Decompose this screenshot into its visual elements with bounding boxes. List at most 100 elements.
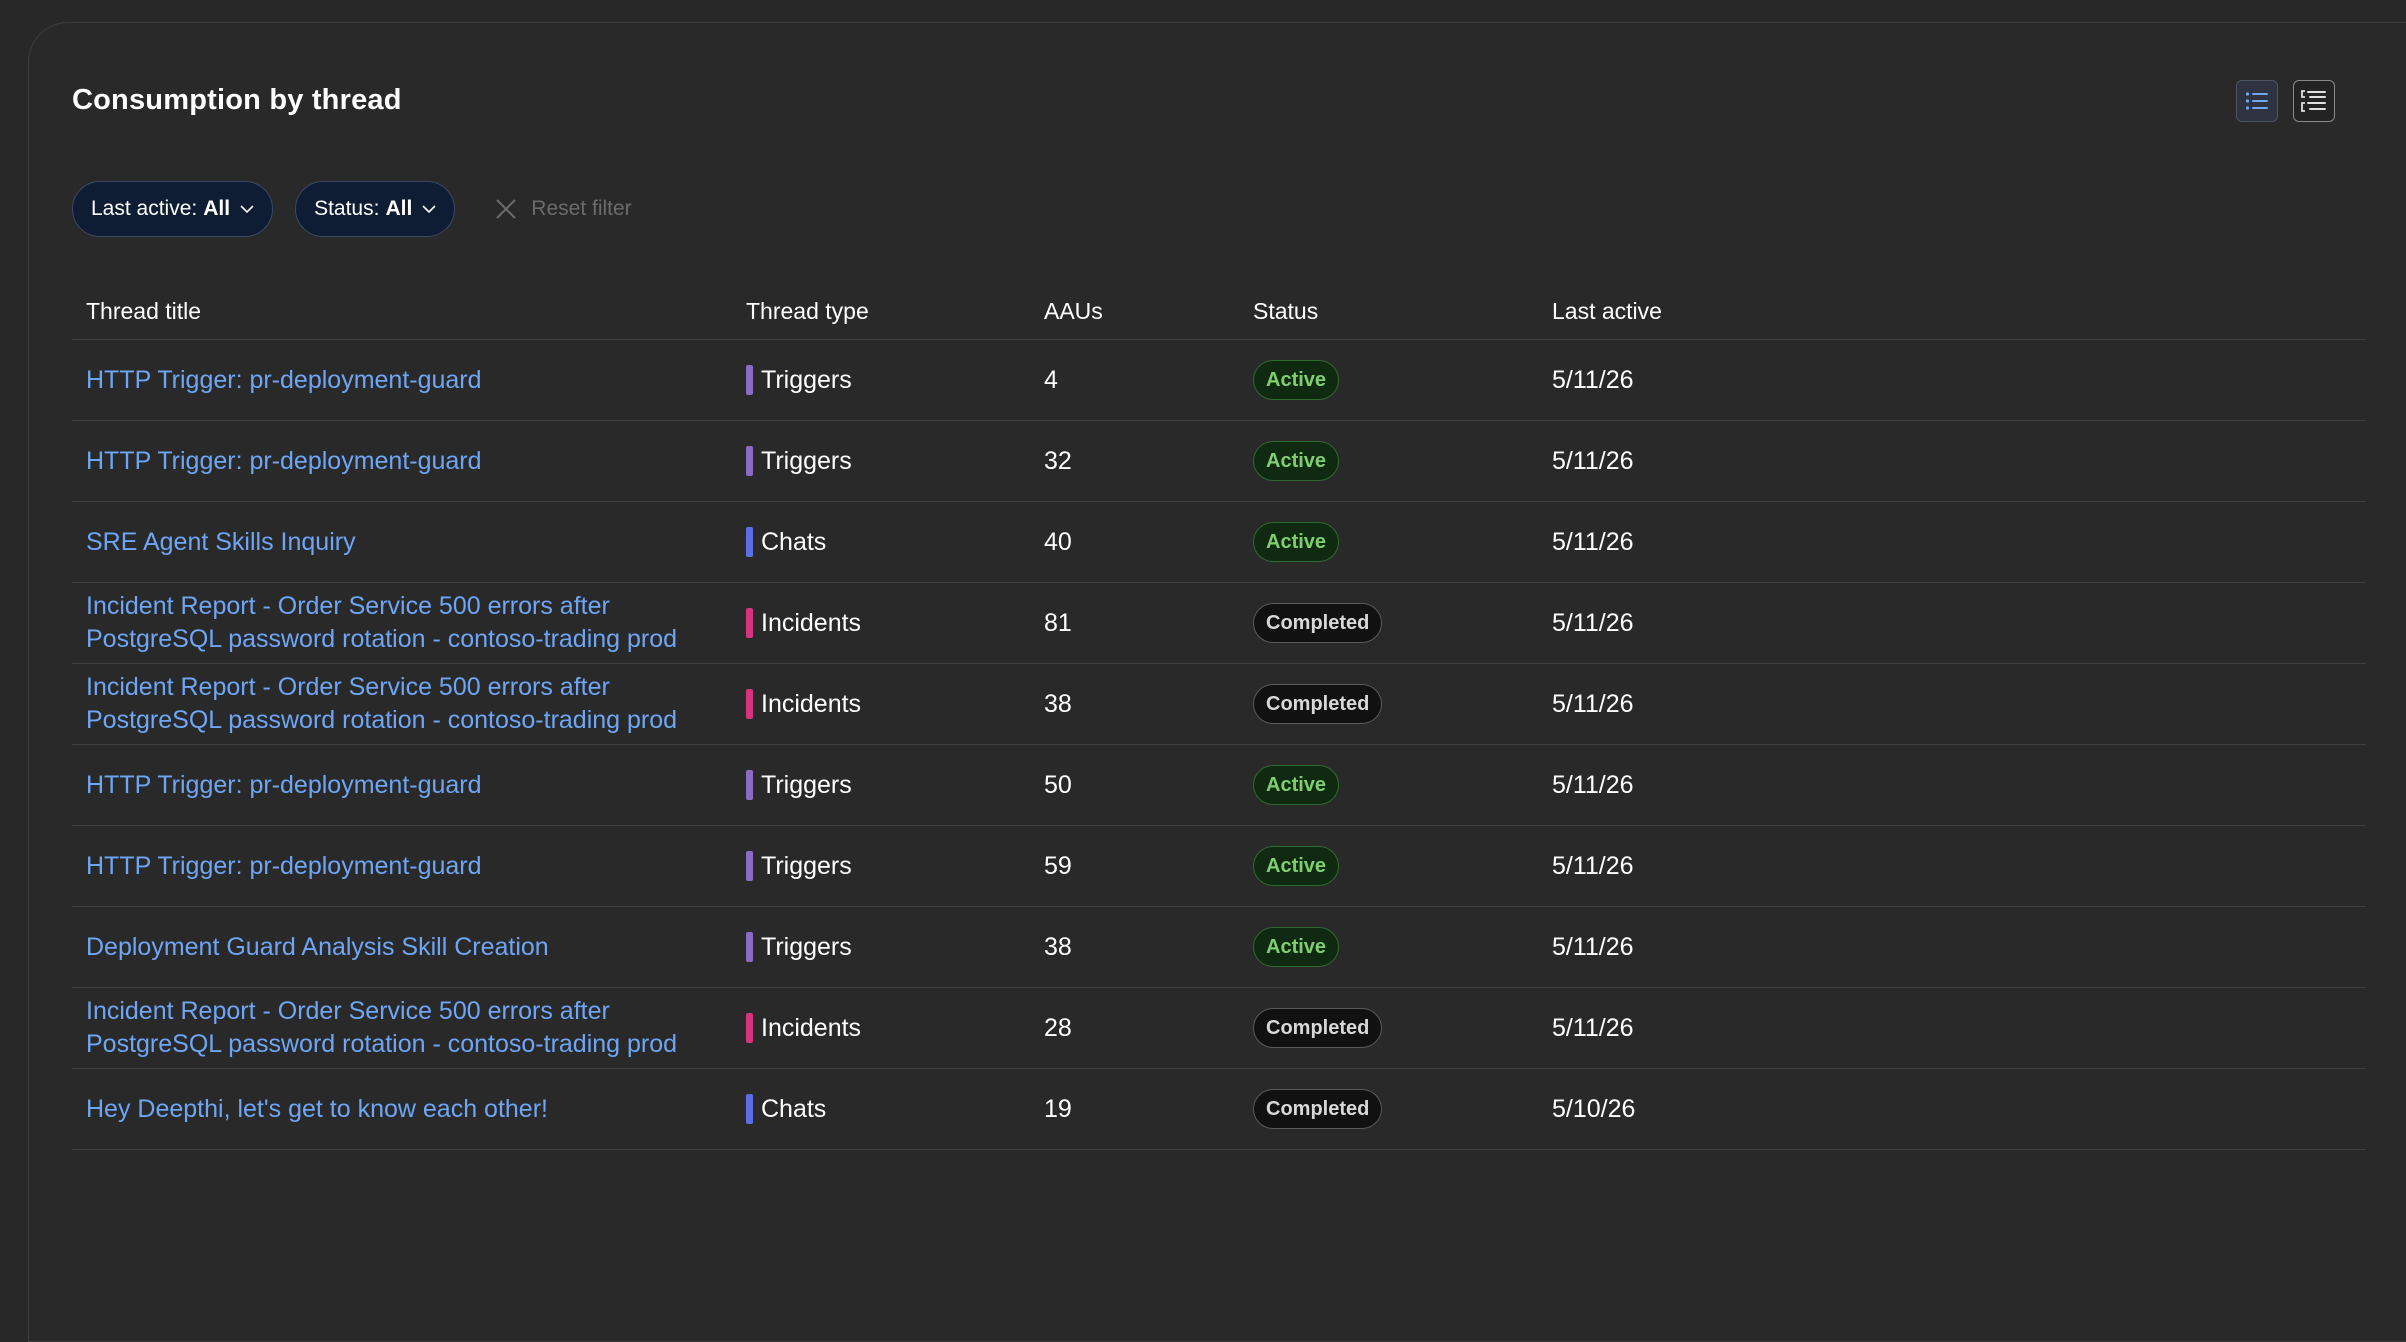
table-row[interactable]: Deployment Guard Analysis Skill Creation…	[72, 907, 2366, 988]
thread-type-cell: Triggers	[746, 340, 852, 420]
status-badge: Active	[1253, 927, 1340, 967]
column-header-thread-title[interactable]: Thread title	[86, 298, 201, 325]
status-cell: Active	[1253, 340, 1340, 420]
thread-title-link[interactable]: Incident Report - Order Service 500 erro…	[86, 995, 726, 1061]
last-active-value: 5/11/26	[1552, 932, 1634, 961]
aaus-value: 81	[1044, 608, 1072, 637]
status-cell: Active	[1253, 421, 1340, 501]
thread-type-color-bar	[746, 608, 753, 638]
status-cell: Active	[1253, 502, 1340, 582]
last-active-value: 5/10/26	[1552, 1094, 1636, 1123]
close-icon	[496, 199, 517, 219]
table-row[interactable]: SRE Agent Skills Inquiry Chats 40 Active 5/1…	[72, 502, 2366, 583]
thread-type-cell: Triggers	[746, 421, 852, 501]
table-row[interactable]: HTTP Trigger: pr-deployment-guard Trigger…	[72, 421, 2366, 502]
thread-title-link[interactable]: Incident Report - Order Service 500 erro…	[86, 590, 726, 656]
thread-type-color-bar	[746, 770, 753, 800]
filter-bar: Last active: All Status: All Reset filte…	[72, 181, 632, 237]
last-active-filter-value: All	[203, 197, 231, 220]
column-header-status[interactable]: Status	[1253, 298, 1318, 325]
thread-type-color-bar	[746, 851, 753, 881]
thread-title-cell: SRE Agent Skills Inquiry	[86, 502, 726, 582]
thread-title-cell: Hey Deepthi, let's get to know each othe…	[86, 1069, 726, 1149]
status-badge: Completed	[1253, 1008, 1383, 1048]
reset-filter-button[interactable]: Reset filter	[495, 197, 632, 221]
thread-type-cell: Triggers	[746, 745, 852, 825]
status-filter-value: All	[385, 197, 413, 220]
last-active-value: 5/11/26	[1552, 365, 1634, 394]
thread-title-link[interactable]: Deployment Guard Analysis Skill Creation	[86, 931, 549, 964]
status-cell: Completed	[1253, 664, 1383, 744]
last-active-value: 5/11/26	[1552, 446, 1634, 475]
thread-type-cell: Incidents	[746, 988, 861, 1068]
thread-type-cell: Incidents	[746, 664, 861, 744]
aaus-value: 28	[1044, 1013, 1072, 1042]
detail-view-button[interactable]	[2293, 80, 2335, 122]
status-badge: Completed	[1253, 1089, 1383, 1129]
table-body: HTTP Trigger: pr-deployment-guard Trigger…	[72, 340, 2366, 1150]
last-active-filter[interactable]: Last active: All	[72, 181, 274, 237]
last-active-filter-label: Last active:	[91, 197, 198, 220]
aaus-value: 4	[1044, 365, 1058, 394]
thread-type-label: Triggers	[761, 446, 852, 475]
status-badge: Completed	[1253, 684, 1383, 724]
thread-type-cell: Triggers	[746, 907, 852, 987]
aaus-value: 50	[1044, 770, 1072, 799]
thread-type-label: Incidents	[761, 608, 862, 637]
last-active-value: 5/11/26	[1552, 770, 1634, 799]
thread-type-label: Chats	[761, 1094, 827, 1123]
column-header-last-active[interactable]: Last active	[1552, 298, 1662, 325]
table-row[interactable]: Incident Report - Order Service 500 erro…	[72, 583, 2366, 664]
table-row[interactable]: Incident Report - Order Service 500 erro…	[72, 664, 2366, 745]
thread-title-link[interactable]: HTTP Trigger: pr-deployment-guard	[86, 769, 482, 802]
thread-title-cell: HTTP Trigger: pr-deployment-guard	[86, 745, 726, 825]
last-active-value: 5/11/26	[1552, 1013, 1634, 1042]
chevron-down-icon	[422, 205, 436, 214]
table-row[interactable]: HTTP Trigger: pr-deployment-guard Trigger…	[72, 826, 2366, 907]
thread-title-link[interactable]: HTTP Trigger: pr-deployment-guard	[86, 364, 482, 397]
thread-type-color-bar	[746, 365, 753, 395]
status-badge: Active	[1253, 360, 1340, 400]
aaus-value: 59	[1044, 851, 1072, 880]
reset-filter-label: Reset filter	[531, 197, 632, 220]
table-row[interactable]: HTTP Trigger: pr-deployment-guard Trigger…	[72, 340, 2366, 421]
thread-title-link[interactable]: Incident Report - Order Service 500 erro…	[86, 671, 726, 737]
thread-type-color-bar	[746, 932, 753, 962]
last-active-value: 5/11/26	[1552, 851, 1634, 880]
detail-list-icon	[2301, 90, 2326, 112]
thread-type-cell: Triggers	[746, 826, 852, 906]
thread-type-cell: Chats	[746, 502, 826, 582]
status-badge: Active	[1253, 522, 1340, 562]
status-badge: Completed	[1253, 603, 1383, 643]
column-header-thread-type[interactable]: Thread type	[746, 298, 869, 325]
thread-type-label: Triggers	[761, 365, 852, 394]
thread-title-link[interactable]: Hey Deepthi, let's get to know each othe…	[86, 1093, 548, 1126]
table-row[interactable]: HTTP Trigger: pr-deployment-guard Trigger…	[72, 745, 2366, 826]
status-cell: Active	[1253, 745, 1340, 825]
table-row[interactable]: Hey Deepthi, let's get to know each othe…	[72, 1069, 2366, 1150]
thread-type-cell: Incidents	[746, 583, 861, 663]
thread-title-cell: HTTP Trigger: pr-deployment-guard	[86, 826, 726, 906]
status-badge: Active	[1253, 441, 1340, 481]
table-header: Thread title Thread type AAUs Status Las…	[72, 288, 2366, 340]
thread-title-link[interactable]: HTTP Trigger: pr-deployment-guard	[86, 850, 482, 883]
aaus-value: 40	[1044, 527, 1072, 556]
thread-type-color-bar	[746, 1094, 753, 1124]
thread-type-label: Triggers	[761, 851, 852, 880]
status-filter-label: Status:	[314, 197, 380, 220]
thread-title-cell: Incident Report - Order Service 500 erro…	[86, 664, 726, 744]
thread-title-link[interactable]: SRE Agent Skills Inquiry	[86, 526, 356, 559]
status-cell: Active	[1253, 826, 1340, 906]
thread-title-link[interactable]: HTTP Trigger: pr-deployment-guard	[86, 445, 482, 478]
thread-type-label: Triggers	[761, 932, 852, 961]
status-cell: Completed	[1253, 988, 1383, 1068]
thread-type-label: Chats	[761, 527, 827, 556]
thread-type-label: Incidents	[761, 689, 862, 718]
thread-type-label: Triggers	[761, 770, 852, 799]
status-filter[interactable]: Status: All	[295, 181, 456, 237]
table-row[interactable]: Incident Report - Order Service 500 erro…	[72, 988, 2366, 1069]
column-header-aaus[interactable]: AAUs	[1044, 298, 1103, 325]
last-active-value: 5/11/26	[1552, 689, 1634, 718]
list-view-button[interactable]	[2236, 80, 2278, 122]
status-cell: Completed	[1253, 1069, 1383, 1149]
